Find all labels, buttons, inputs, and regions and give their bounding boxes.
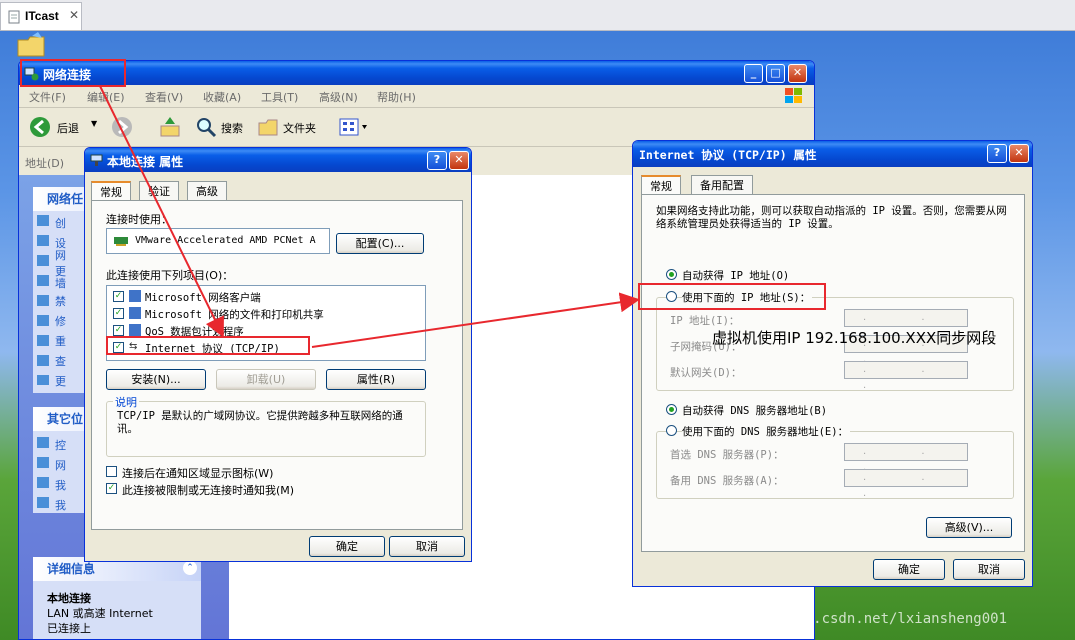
annotation-arrows	[99, 85, 640, 348]
watermark-text: https://blog.csdn.net/lxiansheng001	[712, 611, 1008, 627]
arrow-to-tcpip	[99, 85, 224, 338]
arrow-to-manual-ip	[311, 292, 640, 348]
